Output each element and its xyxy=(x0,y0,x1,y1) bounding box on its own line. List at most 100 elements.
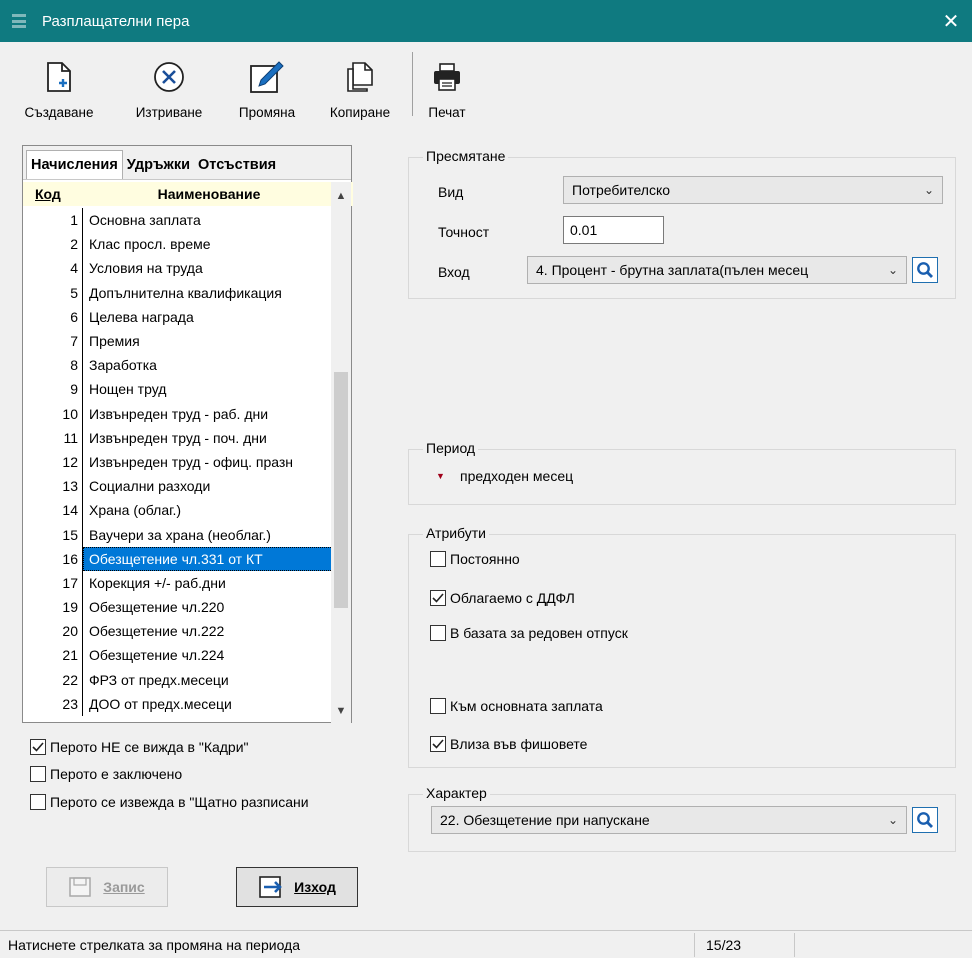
list-item[interactable]: 10 Извънреден труд - раб. дни xyxy=(23,401,333,426)
list-item[interactable]: 12 Извънреден труд - офиц. празн xyxy=(23,449,333,475)
scroll-down-icon[interactable]: ▼ xyxy=(331,705,351,717)
checkbox-box[interactable] xyxy=(30,766,46,782)
list-item[interactable]: 21 Обезщетение чл.224 xyxy=(23,643,333,668)
window-title: Разплащателни пера xyxy=(42,12,190,30)
list-item[interactable]: 4 Условия на труда xyxy=(23,256,333,281)
list-item-name: Ваучери за храна (необлаг.) xyxy=(89,526,271,543)
printer-icon xyxy=(432,55,462,99)
period-value[interactable]: предходен месец xyxy=(460,468,573,484)
list-item-code: 15 xyxy=(23,522,83,547)
column-header-code[interactable]: Код xyxy=(23,186,87,202)
checkbox-box[interactable] xyxy=(430,590,446,606)
pay-items-panel: Начисления Удръжки Отсъствия Код Наимено… xyxy=(22,145,353,724)
checkbox-label: Облагаемо с ДДФЛ xyxy=(450,590,575,606)
input-value: 4. Процент - брутна заплата(пълен месец xyxy=(536,262,809,278)
list-item[interactable]: 8 Заработка xyxy=(23,353,333,378)
delete-button[interactable]: Изтриване xyxy=(118,42,220,128)
list-item[interactable]: 22 ФРЗ от предх.месеци xyxy=(23,667,333,692)
list-item-code: 6 xyxy=(23,304,83,329)
staff-schedule-checkbox[interactable]: Перото се извежда в "Щатно разписани xyxy=(30,794,360,810)
close-icon[interactable]: ✕ xyxy=(930,0,972,42)
exit-button[interactable]: Изход xyxy=(236,867,358,907)
list-item-code: 21 xyxy=(23,643,83,668)
taxable-checkbox[interactable]: Облагаемо с ДДФЛ xyxy=(430,590,575,606)
list-item[interactable]: 5 Допълнителна квалификация xyxy=(23,280,333,305)
character-select[interactable]: 22. Обезщетение при напускане ⌄ xyxy=(431,806,907,834)
checkbox-box[interactable] xyxy=(30,794,46,810)
chevron-down-icon[interactable]: ⌄ xyxy=(880,813,906,827)
pay-items-list[interactable]: 1 Основна заплата 2 Клас просл. време 4 Услов… xyxy=(23,208,333,724)
type-select[interactable]: Потребителско ⌄ xyxy=(563,176,943,204)
scroll-up-icon[interactable]: ▲ xyxy=(331,190,351,202)
edit-button[interactable]: Промяна xyxy=(220,42,314,128)
list-scrollbar[interactable]: ▲ ▼ xyxy=(331,182,351,723)
status-bar: Натиснете стрелката за промяна на период… xyxy=(0,930,972,958)
list-item[interactable]: 15 Ваучери за храна (необлаг.) xyxy=(23,522,333,547)
list-item[interactable]: 9 Нощен труд xyxy=(23,377,333,402)
list-item[interactable]: 11 Извънреден труд - поч. дни xyxy=(23,425,333,450)
checkbox-box[interactable] xyxy=(430,625,446,641)
checkbox-box[interactable] xyxy=(430,736,446,752)
list-item[interactable]: 23 ДОО от предх.месеци xyxy=(23,691,333,716)
list-item-name: Извънреден труд - поч. дни xyxy=(89,429,267,446)
attributes-group-title: Атрибути xyxy=(423,525,489,541)
status-divider xyxy=(694,933,695,957)
list-item[interactable]: 6 Целева награда xyxy=(23,304,333,329)
list-item[interactable]: 20 Обезщетение чл.222 xyxy=(23,619,333,644)
chevron-down-icon[interactable]: ⌄ xyxy=(916,183,942,197)
list-item-name: ФРЗ от предх.месеци xyxy=(89,671,229,688)
toolbar: Създаване Изтриване Промяна Копиране Печ… xyxy=(0,42,972,128)
tab-absences[interactable]: Отсъствия xyxy=(194,157,280,179)
column-header-name[interactable]: Наименование xyxy=(87,186,331,202)
list-item-code: 7 xyxy=(23,328,83,354)
checkbox-box[interactable] xyxy=(430,698,446,714)
list-item[interactable]: 19 Обезщетение чл.220 xyxy=(23,595,333,620)
list-item[interactable]: 17 Корекция +/- раб.дни xyxy=(23,570,333,595)
list-item[interactable]: 16 Обезщетение чл.331 от КТ xyxy=(23,546,333,571)
precision-input[interactable]: 0.01 xyxy=(563,216,664,244)
create-button[interactable]: Създаване xyxy=(0,42,118,128)
to-base-salary-checkbox[interactable]: Към основната заплата xyxy=(430,698,603,714)
status-divider xyxy=(794,933,795,957)
list-item-name: Обезщетение чл.220 xyxy=(89,599,225,616)
new-document-icon xyxy=(46,55,72,99)
list-item[interactable]: 2 Клас просл. време xyxy=(23,232,333,257)
checkbox-box[interactable] xyxy=(430,551,446,567)
character-group-title: Характер xyxy=(423,785,490,801)
input-select[interactable]: 4. Процент - брутна заплата(пълен месец … xyxy=(527,256,907,284)
create-label: Създаване xyxy=(24,105,94,120)
hidden-in-kadri-checkbox[interactable]: Перото НЕ се вижда в "Кадри" xyxy=(30,739,249,755)
list-item-code: 12 xyxy=(23,449,83,475)
tab-deductions[interactable]: Удръжки xyxy=(123,157,194,179)
in-payslips-checkbox[interactable]: Влиза във фишовете xyxy=(430,736,587,752)
list-item[interactable]: 14 Храна (облаг.) xyxy=(23,498,333,523)
list-item-name: Обезщетение чл.224 xyxy=(89,647,225,664)
list-item-code: 17 xyxy=(23,570,83,595)
list-item[interactable]: 7 Премия xyxy=(23,328,333,354)
attributes-group xyxy=(408,534,956,768)
list-item[interactable]: 1 Основна заплата xyxy=(23,208,333,233)
vacation-base-checkbox[interactable]: В базата за редовен отпуск xyxy=(430,625,628,641)
permanent-checkbox[interactable]: Постоянно xyxy=(430,551,520,567)
save-button[interactable]: Запис xyxy=(46,867,168,907)
list-item-code: 16 xyxy=(23,546,83,571)
edit-label: Промяна xyxy=(238,105,296,120)
save-label: Запис xyxy=(103,879,145,895)
search-icon xyxy=(916,811,934,829)
search-icon xyxy=(916,261,934,279)
scrollbar-thumb[interactable] xyxy=(334,372,348,608)
chevron-down-icon[interactable]: ⌄ xyxy=(880,263,906,277)
locked-checkbox[interactable]: Перото е заключено xyxy=(30,766,182,782)
print-button[interactable]: Печат xyxy=(419,42,475,128)
copy-button[interactable]: Копиране xyxy=(314,42,406,128)
checkbox-box[interactable] xyxy=(30,739,46,755)
title-bar: Разплащателни пера ✕ xyxy=(0,0,972,42)
character-search-button[interactable] xyxy=(912,807,938,833)
input-search-button[interactable] xyxy=(912,257,938,283)
list-item-name: Премия xyxy=(89,333,140,350)
list-item-code: 11 xyxy=(23,425,83,450)
list-item[interactable]: 13 Социални разходи xyxy=(23,474,333,499)
tab-accruals[interactable]: Начисления xyxy=(26,150,123,179)
list-item-code: 23 xyxy=(23,691,83,716)
period-arrow-icon[interactable]: ▼ xyxy=(436,471,445,481)
